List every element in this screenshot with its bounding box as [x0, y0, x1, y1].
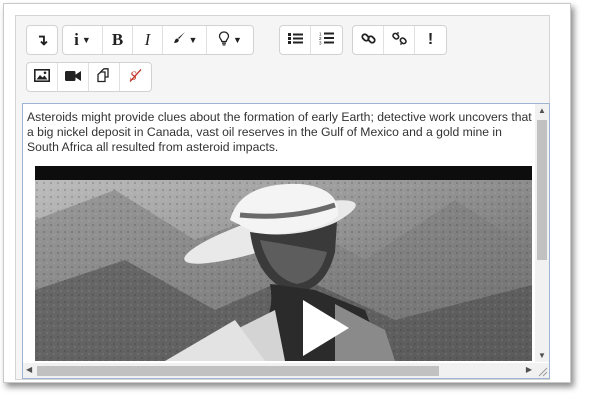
insert-image-button[interactable] — [27, 63, 58, 91]
scroll-right-icon[interactable]: ▶ — [526, 365, 532, 374]
insert-media-button[interactable] — [58, 63, 89, 91]
toolbar-group-lists: 1 2 3 — [279, 25, 343, 55]
content-paragraph[interactable]: Asteroids might provide clues about the … — [27, 110, 532, 155]
exclamation-icon: ! — [427, 31, 434, 48]
vertical-scrollbar[interactable]: ▲ ▼ — [535, 104, 549, 362]
html-toggle-button[interactable]: S — [120, 63, 151, 91]
toolbar-group-links: ! — [352, 25, 447, 55]
link-icon — [360, 31, 376, 50]
vertical-scrollbar-thumb[interactable] — [537, 120, 547, 260]
paragraph-styles-button[interactable]: i ▼ — [63, 26, 103, 54]
unordered-list-button[interactable] — [280, 26, 311, 54]
atto-editor: ↴ i ▼ B I ▼ ▼ 1 2 3 ! S Asteroids might … — [15, 15, 550, 380]
chevron-down-icon: ▼ — [233, 35, 242, 45]
info-icon: i — [74, 30, 79, 49]
image-icon — [34, 68, 50, 86]
scroll-down-icon[interactable]: ▼ — [538, 351, 546, 360]
bullet-list-icon — [287, 32, 303, 49]
editor-window: ↴ i ▼ B I ▼ ▼ 1 2 3 ! S Asteroids might … — [3, 3, 571, 383]
html-source-icon: S — [129, 68, 143, 87]
horizontal-scrollbar-thumb[interactable] — [37, 366, 439, 376]
paintbrush-icon — [172, 31, 186, 49]
scroll-left-icon[interactable]: ◀ — [26, 365, 32, 374]
bold-icon: B — [111, 30, 124, 49]
italic-icon: I — [144, 30, 151, 49]
chevron-down-icon: ▼ — [188, 35, 198, 45]
arrow-return-icon: ↴ — [35, 32, 49, 49]
unlink-icon — [391, 31, 407, 50]
resize-grip-icon[interactable] — [535, 363, 549, 378]
horizontal-scrollbar[interactable]: ◀ ▶ — [23, 363, 535, 378]
chevron-down-icon: ▼ — [81, 35, 91, 45]
lightbulb-icon — [218, 30, 230, 50]
font-color-button[interactable]: ▼ — [163, 26, 207, 54]
remove-link-button[interactable] — [384, 26, 415, 54]
play-icon[interactable] — [303, 300, 349, 356]
ordered-list-button[interactable]: 1 2 3 — [311, 26, 342, 54]
video-thumbnail — [35, 180, 532, 361]
numbered-list-icon: 1 2 3 — [319, 31, 334, 49]
collapse-toolbar-button[interactable]: ↴ — [27, 26, 57, 54]
toolbar-group-collapse: ↴ — [26, 25, 58, 55]
highlight-button[interactable]: ▼ — [207, 26, 253, 54]
copy-files-icon — [96, 67, 112, 87]
editor-content-area[interactable]: Asteroids might provide clues about the … — [22, 103, 550, 379]
toolbar-group-media: S — [26, 62, 152, 92]
svg-text:3: 3 — [319, 41, 322, 46]
editor-toolbar: ↴ i ▼ B I ▼ ▼ 1 2 3 ! S — [16, 16, 549, 100]
toolbar-group-style: i ▼ B I ▼ ▼ — [62, 25, 254, 55]
scroll-up-icon[interactable]: ▲ — [538, 106, 546, 115]
italic-button[interactable]: I — [133, 26, 163, 54]
video-camera-icon — [65, 69, 81, 86]
embedded-video[interactable] — [35, 166, 532, 361]
manage-files-button[interactable] — [89, 63, 120, 91]
accessibility-checker-button[interactable]: ! — [415, 26, 446, 54]
insert-link-button[interactable] — [353, 26, 384, 54]
bold-button[interactable]: B — [103, 26, 133, 54]
